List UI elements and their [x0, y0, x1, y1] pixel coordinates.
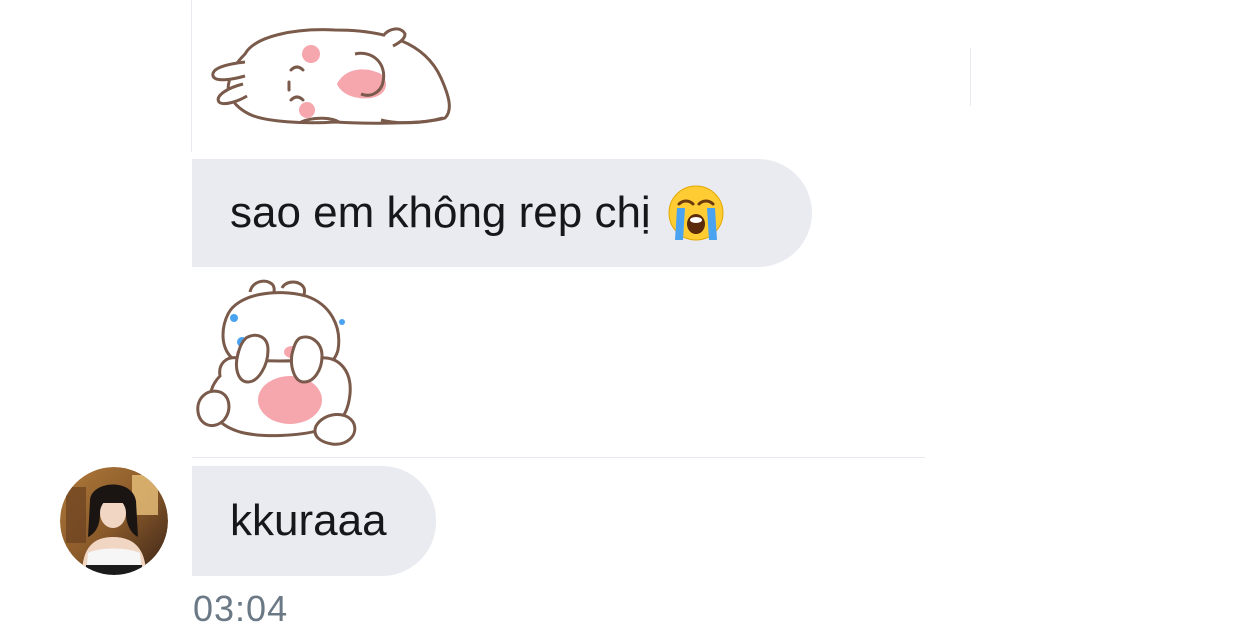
crying-bunny-sticker[interactable] — [190, 276, 360, 448]
message-timestamp: 03:04 — [193, 588, 289, 629]
message-divider — [192, 457, 925, 458]
message-text: kkuraaa — [230, 496, 387, 545]
sender-avatar[interactable] — [60, 467, 168, 575]
thread-guide-line — [191, 0, 192, 152]
message-bubble[interactable]: kkuraaa — [192, 466, 436, 576]
message-bubble[interactable]: sao em không rep chị — [192, 159, 812, 267]
loudly-crying-face-emoji — [668, 185, 724, 241]
sleepy-bunny-sticker[interactable] — [205, 24, 457, 132]
message-text: sao em không rep chị — [230, 188, 651, 237]
thread-guide-line-right — [970, 48, 971, 106]
